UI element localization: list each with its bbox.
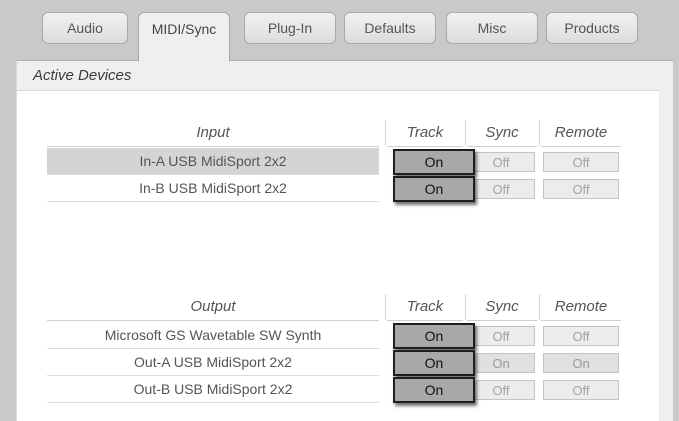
track-toggle-button[interactable]: On — [393, 350, 475, 376]
header-remote: Remote — [541, 120, 621, 147]
input-device-row[interactable]: In-A USB MidiSport 2x2 On Off Off — [47, 148, 625, 175]
input-table-header: Input Track Sync Remote — [47, 120, 625, 148]
remote-toggle-button[interactable]: Off — [543, 326, 619, 346]
header-divider — [465, 294, 466, 320]
tab-misc[interactable]: Misc — [446, 12, 538, 44]
midi-sync-panel: Active Devices Input Track Sync Remote I… — [16, 60, 673, 421]
sync-toggle-button[interactable]: Off — [467, 326, 535, 346]
remote-toggle-button[interactable]: On — [543, 353, 619, 373]
tab-defaults[interactable]: Defaults — [344, 12, 436, 44]
track-toggle-button[interactable]: On — [393, 377, 475, 403]
sync-toggle-button[interactable]: On — [467, 353, 535, 373]
output-table-header: Output Track Sync Remote — [47, 294, 625, 322]
device-name: Out-B USB MidiSport 2x2 — [47, 376, 379, 403]
sync-toggle-button[interactable]: Off — [467, 152, 535, 172]
output-devices-table: Output Track Sync Remote Microsoft GS Wa… — [47, 294, 625, 403]
header-divider — [539, 120, 540, 146]
header-sync: Sync — [467, 294, 537, 321]
tab-midi-sync[interactable]: MIDI/Sync — [138, 12, 230, 62]
header-sync: Sync — [467, 120, 537, 147]
device-name: Microsoft GS Wavetable SW Synth — [47, 322, 379, 349]
input-device-row[interactable]: In-B USB MidiSport 2x2 On Off Off — [47, 175, 625, 202]
tab-audio[interactable]: Audio — [42, 12, 128, 44]
header-input: Input — [47, 120, 379, 147]
output-device-row[interactable]: Microsoft GS Wavetable SW Synth On Off O… — [47, 322, 625, 349]
section-title: Active Devices — [17, 61, 659, 91]
remote-toggle-button[interactable]: Off — [543, 179, 619, 199]
tab-plug-in[interactable]: Plug-In — [244, 12, 336, 44]
header-divider — [465, 120, 466, 146]
input-devices-table: Input Track Sync Remote In-A USB MidiSpo… — [47, 120, 625, 202]
header-output: Output — [47, 294, 379, 321]
remote-toggle-button[interactable]: Off — [543, 380, 619, 400]
header-divider — [539, 294, 540, 320]
track-toggle-button[interactable]: On — [393, 176, 475, 202]
output-device-row[interactable]: Out-B USB MidiSport 2x2 On Off Off — [47, 376, 625, 403]
preferences-tab-bar: Audio MIDI/Sync Plug-In Defaults Misc Pr… — [0, 0, 679, 62]
header-track: Track — [387, 294, 463, 321]
sync-toggle-button[interactable]: Off — [467, 380, 535, 400]
remote-toggle-button[interactable]: Off — [543, 152, 619, 172]
device-name: Out-A USB MidiSport 2x2 — [47, 349, 379, 376]
header-divider — [385, 294, 386, 320]
output-device-row[interactable]: Out-A USB MidiSport 2x2 On On On — [47, 349, 625, 376]
track-toggle-button[interactable]: On — [393, 323, 475, 349]
tab-products[interactable]: Products — [546, 12, 638, 44]
sync-toggle-button[interactable]: Off — [467, 179, 535, 199]
header-remote: Remote — [541, 294, 621, 321]
track-toggle-button[interactable]: On — [393, 149, 475, 175]
header-track: Track — [387, 120, 463, 147]
active-devices-content: Input Track Sync Remote In-A USB MidiSpo… — [17, 91, 659, 421]
device-name: In-A USB MidiSport 2x2 — [47, 148, 379, 175]
device-name: In-B USB MidiSport 2x2 — [47, 175, 379, 202]
header-divider — [385, 120, 386, 146]
